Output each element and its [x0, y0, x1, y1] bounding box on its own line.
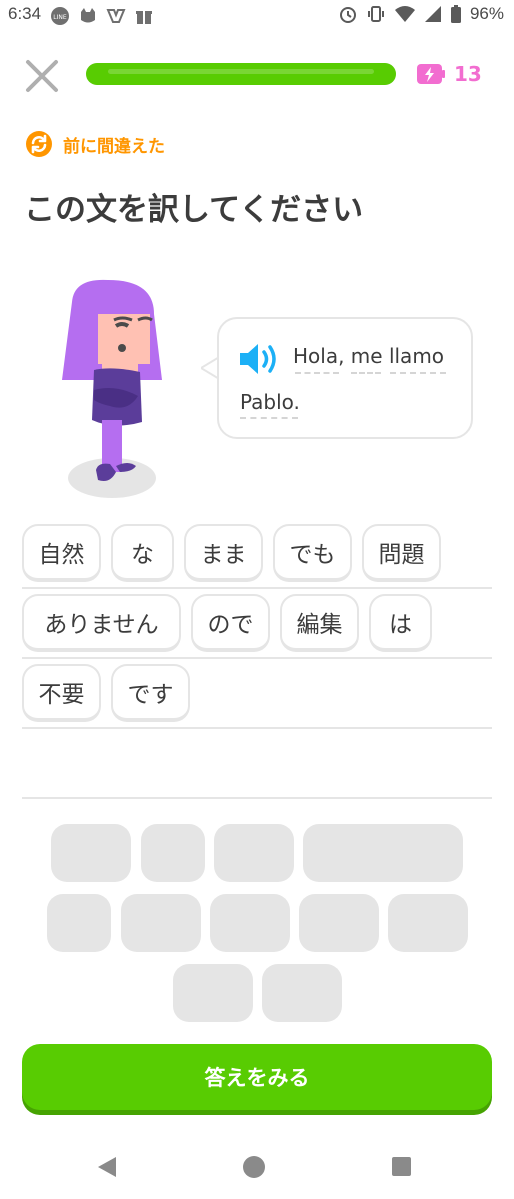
- word-bank-slot: [47, 894, 111, 952]
- answer-line: [22, 797, 492, 799]
- word-bank-slot: [173, 964, 253, 1022]
- speech-bubble: [217, 317, 473, 439]
- previous-mistake-label: 前に間違えた: [25, 130, 165, 158]
- energy-count: 13: [454, 62, 482, 86]
- vibrate-icon: [367, 6, 384, 22]
- home-icon[interactable]: [243, 1156, 265, 1178]
- notification-icons: LINE: [50, 6, 154, 26]
- answer-word-chip[interactable]: です: [111, 664, 190, 722]
- battery-icon: [450, 5, 461, 23]
- answer-word-chip[interactable]: まま: [184, 524, 263, 582]
- word-bank-slot: [51, 824, 131, 882]
- game-icon: [106, 9, 126, 23]
- answer-word-chip[interactable]: 編集: [280, 594, 359, 652]
- word-hint-underline: [351, 372, 381, 374]
- gift-icon: [136, 11, 152, 24]
- word-bank-slot: [388, 894, 468, 952]
- wifi-icon: [394, 6, 415, 22]
- back-icon[interactable]: [96, 1155, 118, 1179]
- word-hint-underline: [390, 372, 446, 374]
- answer-word-chip[interactable]: でも: [273, 524, 352, 582]
- battery-percent: 96%: [469, 4, 504, 23]
- word-bank-slot: [214, 824, 294, 882]
- word-hint-underline: [240, 417, 298, 419]
- lily-character-illustration: [62, 279, 162, 498]
- progress-shine: [108, 69, 374, 74]
- answer-word-chip[interactable]: 問題: [362, 524, 441, 582]
- answer-line: [22, 727, 492, 729]
- answer-word-chip[interactable]: 自然: [22, 524, 101, 582]
- speaker-icon[interactable]: [238, 340, 282, 378]
- word-bank-slot: [262, 964, 342, 1022]
- word-bank-slot: [141, 824, 205, 882]
- answer-word-chip[interactable]: ありません: [22, 594, 181, 652]
- word-bank-slot: [303, 824, 463, 882]
- progress-fill: [86, 63, 396, 85]
- status-right: 96%: [338, 4, 504, 24]
- answer-line: [22, 657, 492, 659]
- recents-icon[interactable]: [392, 1157, 411, 1176]
- word-hint-underline: [295, 372, 339, 374]
- mistake-label-text: 前に間違えた: [63, 136, 165, 157]
- cat-icon: [81, 8, 95, 23]
- answer-word-chip[interactable]: ので: [191, 594, 270, 652]
- signal-icon: [424, 6, 441, 22]
- word-bank-slot: [210, 894, 290, 952]
- page-title: この文を訳してください: [24, 192, 364, 228]
- battery-energy-icon: [417, 64, 445, 84]
- answer-line: [22, 587, 492, 589]
- alarm-icon: [339, 7, 356, 23]
- close-icon[interactable]: [24, 58, 60, 94]
- energy-counter[interactable]: 13: [416, 62, 482, 86]
- line-icon: LINE: [51, 7, 69, 25]
- status-bar: 6:34 LINE 96%: [0, 0, 514, 32]
- answer-word-chip[interactable]: 不要: [22, 664, 101, 722]
- refresh-icon: [26, 131, 52, 157]
- lesson-progress-bar: [86, 63, 396, 85]
- word-bank-slot: [299, 894, 379, 952]
- check-answer-button[interactable]: 答えをみる: [22, 1044, 492, 1110]
- prompt-text-line1[interactable]: Hola, me llamo: [293, 344, 444, 368]
- svg-text:LINE: LINE: [53, 14, 67, 21]
- word-bank-slot: [121, 894, 201, 952]
- prompt-text-line2[interactable]: Pablo.: [240, 390, 300, 414]
- answer-word-chip[interactable]: は: [369, 594, 432, 652]
- status-time: 6:34: [8, 4, 42, 23]
- answer-word-chip[interactable]: な: [111, 524, 174, 582]
